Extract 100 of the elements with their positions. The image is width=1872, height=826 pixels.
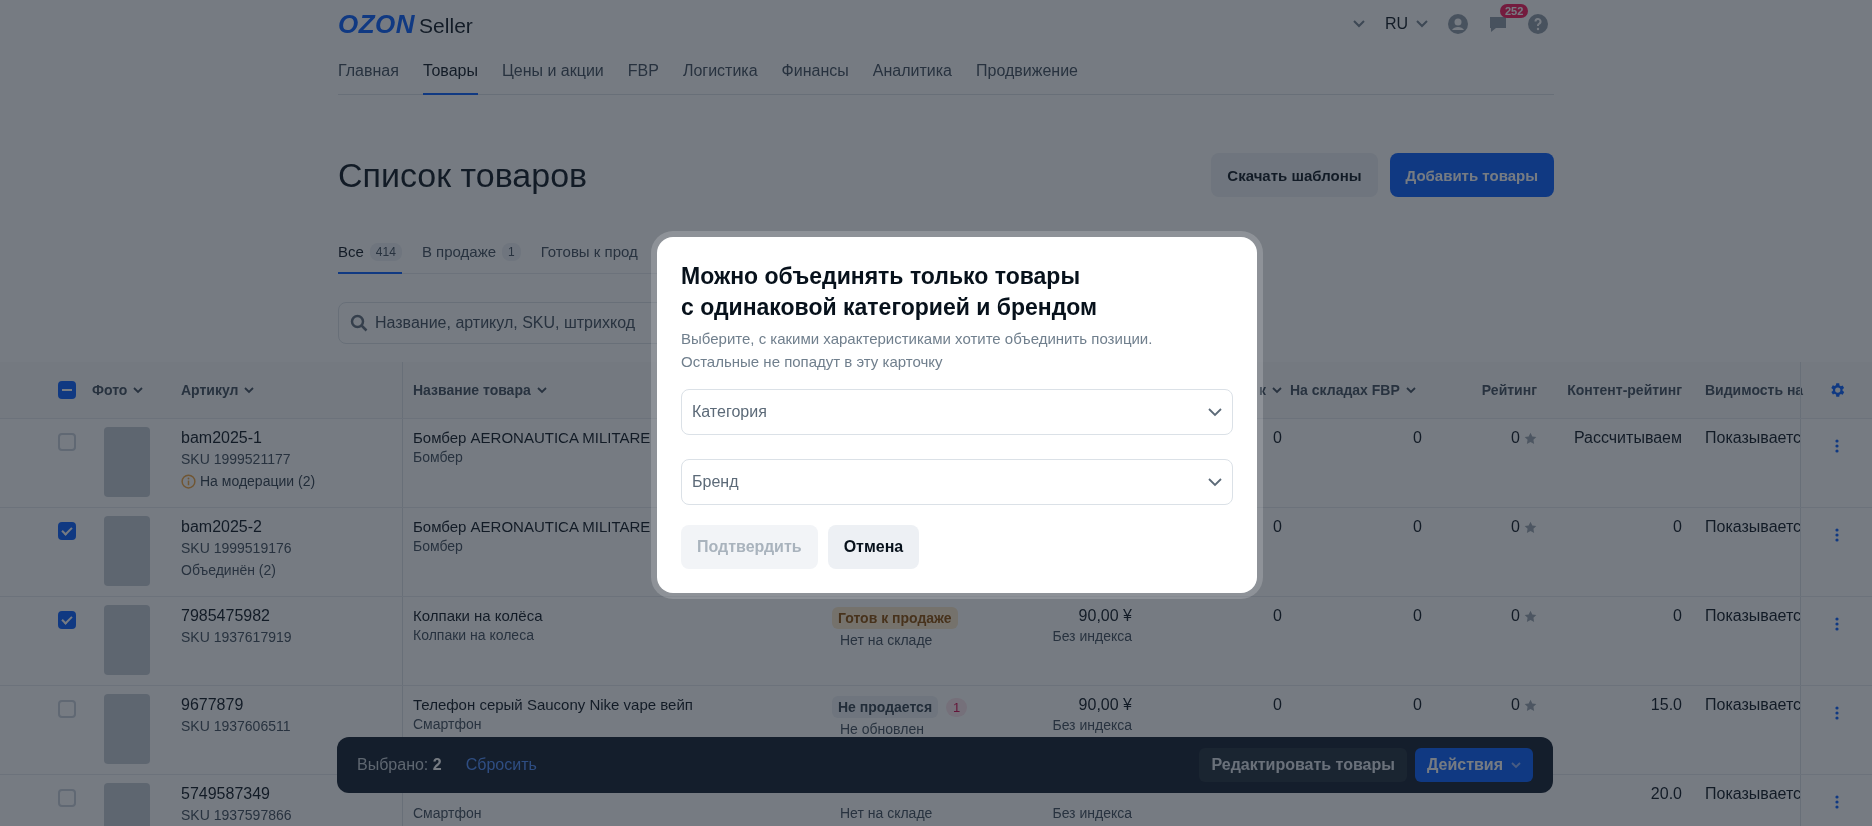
notification-badge: 252 <box>1500 4 1529 18</box>
status-badge: Готов к продаже <box>832 607 958 629</box>
stock-count: 0 <box>1413 518 1422 536</box>
rating-value: 0 <box>1511 607 1520 625</box>
chevron-down-icon <box>1511 761 1521 769</box>
product-name[interactable]: Колпаки на колёса <box>413 607 543 624</box>
count-badge: 1 <box>946 697 968 717</box>
sku-text: SKU 1999519176 <box>181 540 292 556</box>
column-header[interactable]: Рейтинг <box>1481 382 1537 398</box>
price-note: Без индекса <box>1052 628 1132 644</box>
column-header[interactable]: Контент-рейтинг <box>1567 382 1682 398</box>
visibility-text: Показываетс <box>1705 518 1802 536</box>
edit-products-button[interactable]: Редактировать товары <box>1199 748 1407 782</box>
product-name[interactable]: Бомбер AERONAUTICA MILITARE <box>413 429 651 446</box>
price-text: 90,00 ¥ <box>1078 607 1132 625</box>
stock-count: 0 <box>1413 429 1422 447</box>
content-rating: 0 <box>1673 518 1682 536</box>
add-products-button[interactable]: Добавить товары <box>1389 153 1554 197</box>
star-icon <box>1524 431 1537 445</box>
star-icon <box>1524 609 1537 623</box>
product-name[interactable]: Телефон серый Saucony Nike vape вейп <box>413 696 693 713</box>
page-title: Список товаров <box>338 155 588 195</box>
column-header[interactable]: Фото <box>92 382 144 398</box>
nav-tab[interactable]: FBP <box>627 48 659 95</box>
category-text: Смартфон <box>413 716 482 732</box>
nav-tab[interactable]: Логистика <box>682 48 758 95</box>
column-header[interactable]: Название товара <box>413 382 547 398</box>
nav-tab[interactable]: Продвижение <box>976 48 1078 95</box>
price-text: 90,00 ¥ <box>1078 696 1132 714</box>
chevron-down-icon <box>1272 386 1282 394</box>
nav-tab[interactable]: Главная <box>338 48 399 95</box>
chevron-down-icon <box>536 386 547 394</box>
content-rating: Рассчитываем <box>1573 429 1682 447</box>
product-name[interactable]: Бомбер AERONAUTICA MILITARE <box>413 518 651 535</box>
star-icon <box>1524 520 1537 534</box>
stock-count: 0 <box>1413 696 1422 714</box>
filter-tab[interactable]: Готовы к прод <box>540 231 638 274</box>
article-text: 9677879 <box>181 696 244 714</box>
article-text: bam2025-1 <box>181 429 262 447</box>
table-cell: 0 <box>1273 518 1282 536</box>
select-all-checkbox[interactable] <box>58 381 76 399</box>
help-icon[interactable] <box>1528 14 1548 34</box>
content-rating: 20.0 <box>1650 785 1682 803</box>
chevron-down-icon <box>1208 477 1222 487</box>
article-text: bam2025-2 <box>181 518 262 536</box>
nav-tab[interactable]: Финансы <box>781 48 849 95</box>
row-checkbox[interactable] <box>58 611 76 629</box>
language-selector[interactable]: RU <box>1384 15 1428 33</box>
stock-note: Нет на складе <box>839 632 933 648</box>
sku-text: SKU 1999521177 <box>181 451 291 467</box>
dropdown-field[interactable]: Бренд <box>681 459 1233 505</box>
price-note: Без индекса <box>1052 805 1132 821</box>
chevron-down-icon <box>1416 20 1428 28</box>
sku-text: SKU 1937606511 <box>181 718 291 734</box>
visibility-text: Показываетс <box>1705 429 1802 447</box>
chevron-down-icon[interactable] <box>1352 20 1365 28</box>
actions-button[interactable]: Действия <box>1414 748 1533 782</box>
reset-link[interactable]: Сбросить <box>465 756 537 774</box>
chat-icon[interactable] <box>1488 14 1508 34</box>
row-checkbox[interactable] <box>58 522 76 540</box>
column-header[interactable]: Артикул <box>181 382 255 398</box>
column-header[interactable]: к <box>1259 382 1282 398</box>
table-cell: 0 <box>1273 696 1282 714</box>
stock-note: Нет на складе <box>839 805 933 821</box>
user-icon[interactable] <box>1448 14 1468 34</box>
more-options-icon[interactable] <box>1834 706 1839 720</box>
more-options-icon[interactable] <box>1834 795 1839 809</box>
sku-text: SKU 1937617919 <box>181 629 292 645</box>
visibility-text: Показываетс <box>1705 785 1802 803</box>
cancel-button[interactable]: Отмена <box>827 525 920 569</box>
info-icon <box>181 473 196 489</box>
chevron-down-icon <box>1405 386 1416 394</box>
column-header[interactable]: На складах FBP <box>1290 382 1416 398</box>
category-text: Бомбер <box>413 538 463 554</box>
article-text: 7985475982 <box>181 607 270 625</box>
nav-tab[interactable]: Товары <box>422 48 478 95</box>
visibility-text: Показываетс <box>1705 607 1802 625</box>
filter-tab[interactable]: Все 414 <box>338 231 402 274</box>
article-text: 5749587349 <box>181 785 270 803</box>
nav-tab[interactable]: Аналитика <box>872 48 952 95</box>
status-badge: Не продается <box>832 696 939 718</box>
chevron-down-icon <box>133 386 144 394</box>
chevron-down-icon <box>1208 407 1222 417</box>
status-note: Объединён (2) <box>181 562 276 578</box>
category-text: Смартфон <box>413 805 482 821</box>
chevron-down-icon <box>244 386 255 394</box>
category-text: Бомбер <box>413 449 463 465</box>
rating-value: 0 <box>1511 696 1520 714</box>
dropdown-field[interactable]: Категория <box>681 389 1233 435</box>
more-options-icon[interactable] <box>1834 439 1839 453</box>
rating-value: 0 <box>1511 518 1520 536</box>
download-button[interactable]: Скачать шаблоны <box>1211 153 1378 197</box>
more-options-icon[interactable] <box>1834 528 1839 542</box>
nav-tab[interactable]: Цены и акции <box>501 48 604 95</box>
filter-tab[interactable]: В продаже 1 <box>421 231 521 274</box>
price-note: Без индекса <box>1052 717 1132 733</box>
search-icon <box>350 314 368 332</box>
logo[interactable]: OZON Seller <box>338 8 473 40</box>
more-options-icon[interactable] <box>1834 617 1839 631</box>
table-cell: 0 <box>1273 607 1282 625</box>
